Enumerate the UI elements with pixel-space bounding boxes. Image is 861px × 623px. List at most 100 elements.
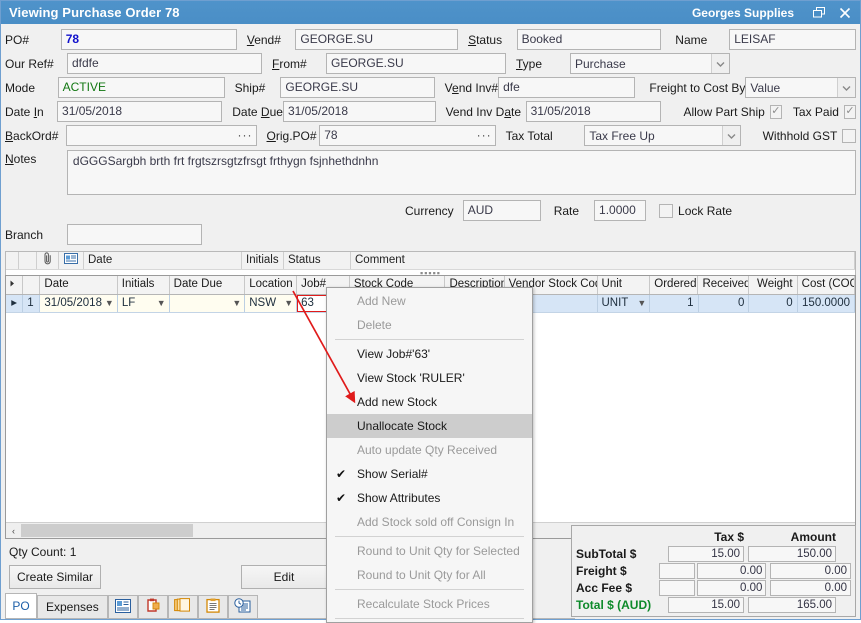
- cell-weight[interactable]: 0: [749, 295, 797, 312]
- grid-col-date-due[interactable]: Date Due: [170, 276, 246, 294]
- po-field[interactable]: 78: [61, 29, 237, 50]
- cell-cost[interactable]: 150.0000: [798, 295, 855, 312]
- menu-item[interactable]: Unallocate Stock: [327, 414, 532, 438]
- total-tax: 15.00: [668, 597, 744, 613]
- withhold-gst-checkbox[interactable]: [842, 129, 856, 143]
- tab-clipboard-list[interactable]: [198, 595, 228, 618]
- close-icon[interactable]: [832, 2, 858, 23]
- totals-panel: Tax $ Amount SubTotal $ 15.00 150.00 Fre…: [571, 525, 856, 617]
- grid-col-location[interactable]: Location: [245, 276, 297, 294]
- mode-field[interactable]: ACTIVE: [58, 77, 225, 98]
- notes-field[interactable]: dGGGSargbh brth frt frgtszrsgtzfrsgt frt…: [67, 150, 856, 195]
- cell-unit[interactable]: UNIT▼: [598, 295, 651, 312]
- orig-po-field[interactable]: 78···: [319, 125, 495, 146]
- date-due-field[interactable]: 31/05/2018: [283, 101, 436, 122]
- cell-initials[interactable]: LF▼: [118, 295, 170, 312]
- menu-item-label: Round to Unit Qty for Selected: [355, 544, 520, 558]
- comments-col-initials[interactable]: Initials: [242, 252, 284, 269]
- tab-copy-pages[interactable]: [168, 595, 198, 618]
- scroll-left-icon[interactable]: ‹: [6, 523, 21, 538]
- cell-location[interactable]: NSW▼: [245, 295, 297, 312]
- grid-col-initials[interactable]: Initials: [118, 276, 170, 294]
- cell-date-due[interactable]: ▼: [170, 295, 246, 312]
- restore-window-icon[interactable]: [806, 2, 832, 23]
- check-icon: ✔: [327, 467, 355, 481]
- acc-fee-amount[interactable]: 0.00: [770, 580, 851, 596]
- freight-tax[interactable]: 0.00: [697, 563, 767, 579]
- currency-field[interactable]: AUD: [463, 200, 541, 221]
- menu-item[interactable]: ✔Show Serial#: [327, 462, 532, 486]
- lock-rate-checkbox[interactable]: [659, 204, 673, 218]
- create-similar-button[interactable]: Create Similar: [9, 565, 101, 589]
- menu-separator: [335, 618, 524, 619]
- tab-expenses[interactable]: Expenses: [37, 595, 108, 618]
- grid-col-ordered[interactable]: Ordered: [650, 276, 698, 294]
- chevron-down-icon[interactable]: ▼: [637, 295, 646, 311]
- row-number: 1: [23, 295, 40, 312]
- tab-clipboard-red[interactable]: [138, 595, 168, 618]
- tab-po[interactable]: PO: [5, 593, 37, 618]
- stock-context-menu[interactable]: Add NewDeleteView Job#'63'View Stock 'RU…: [326, 287, 533, 623]
- comments-col-comment[interactable]: Comment: [351, 252, 855, 269]
- note-icon[interactable]: [59, 252, 84, 269]
- comments-col-date[interactable]: Date: [84, 252, 242, 269]
- acc-fee-input[interactable]: [659, 580, 694, 596]
- branch-field[interactable]: [67, 224, 202, 245]
- subtotal-tax: 15.00: [668, 546, 744, 562]
- chevron-down-icon[interactable]: [722, 126, 740, 145]
- chevron-down-icon[interactable]: [837, 78, 855, 97]
- branch-row: Branch: [5, 223, 856, 246]
- our-ref-label: Our Ref#: [5, 57, 67, 71]
- scroll-thumb[interactable]: [21, 524, 193, 537]
- chevron-down-icon[interactable]: ▼: [284, 295, 293, 311]
- vend-inv-date-field[interactable]: 31/05/2018: [526, 101, 662, 122]
- branch-label: Branch: [5, 228, 67, 242]
- menu-item[interactable]: View Stock 'RULER': [327, 366, 532, 390]
- freight-input[interactable]: [659, 563, 694, 579]
- from-field[interactable]: GEORGE.SU: [326, 53, 506, 74]
- name-field[interactable]: LEISAF: [729, 29, 856, 50]
- ellipsis-icon[interactable]: ···: [477, 126, 492, 145]
- tab-details-pane[interactable]: [108, 595, 138, 618]
- backord-field[interactable]: ···: [66, 125, 257, 146]
- grid-col-date[interactable]: Date: [40, 276, 117, 294]
- vend-inv-field[interactable]: dfe: [498, 77, 635, 98]
- acc-fee-label: Acc Fee $: [576, 581, 659, 595]
- edit-button[interactable]: Edit: [241, 565, 327, 589]
- grid-col-weight[interactable]: Weight: [749, 276, 797, 294]
- menu-item[interactable]: View Job#'63': [327, 342, 532, 366]
- menu-item: Auto update Qty Received: [327, 438, 532, 462]
- vend-field[interactable]: GEORGE.SU: [295, 29, 458, 50]
- ship-field[interactable]: GEORGE.SU: [280, 77, 434, 98]
- chevron-down-icon[interactable]: ▼: [232, 295, 241, 311]
- mode-label: Mode: [5, 81, 58, 95]
- cell-ordered[interactable]: 1: [650, 295, 698, 312]
- allow-part-ship-checkbox[interactable]: ✓: [770, 105, 782, 119]
- attachment-icon[interactable]: [37, 252, 59, 269]
- grid-col-unit[interactable]: Unit: [598, 276, 651, 294]
- status-field[interactable]: Booked: [517, 29, 662, 50]
- tax-total-combo[interactable]: Tax Free Up: [584, 125, 740, 146]
- freight-to-cost-by-combo[interactable]: Value: [745, 77, 856, 98]
- tax-paid-checkbox[interactable]: ✓: [844, 105, 856, 119]
- type-combo[interactable]: Purchase: [570, 53, 730, 74]
- grid-col-cost[interactable]: Cost (COG: [798, 276, 855, 294]
- menu-item[interactable]: Add new Stock: [327, 390, 532, 414]
- grid-col-received[interactable]: Received: [698, 276, 749, 294]
- acc-fee-tax[interactable]: 0.00: [697, 580, 767, 596]
- freight-amount[interactable]: 0.00: [770, 563, 851, 579]
- menu-item-label: Add New: [355, 294, 406, 308]
- chevron-down-icon[interactable]: ▼: [105, 295, 114, 311]
- ellipsis-icon[interactable]: ···: [238, 126, 253, 145]
- date-in-field[interactable]: 31/05/2018: [57, 101, 222, 122]
- cell-date[interactable]: 31/05/2018▼: [40, 295, 117, 312]
- chevron-down-icon[interactable]: ▼: [157, 295, 166, 311]
- our-ref-field[interactable]: dfdfe: [67, 53, 262, 74]
- order-header-form: PO# 78 Vend# GEORGE.SU Status Booked Nam…: [1, 24, 860, 247]
- cell-received[interactable]: 0: [699, 295, 750, 312]
- rate-field[interactable]: 1.0000: [594, 200, 646, 221]
- tab-history-log[interactable]: [228, 595, 258, 618]
- comments-col-status[interactable]: Status: [284, 252, 351, 269]
- chevron-down-icon[interactable]: [711, 54, 729, 73]
- menu-item[interactable]: ✔Show Attributes: [327, 486, 532, 510]
